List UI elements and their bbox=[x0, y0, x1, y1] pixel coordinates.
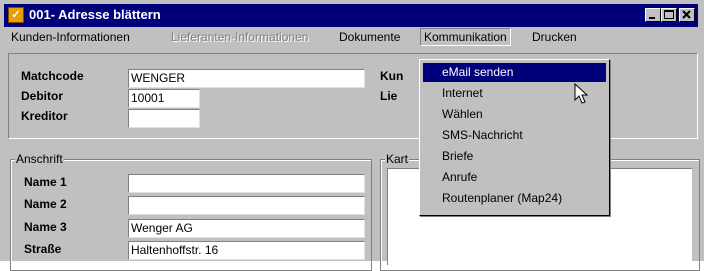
menu-dokumente[interactable]: Dokumente bbox=[336, 29, 403, 45]
name2-label: Name 2 bbox=[24, 197, 67, 211]
menu-item-label: Anrufe bbox=[442, 170, 478, 184]
menu-bar: Kunden-Informationen Lieferanten-Informa… bbox=[4, 27, 698, 47]
kunde-label: Kun bbox=[380, 69, 404, 83]
menu-label: Dokumente bbox=[339, 30, 401, 44]
menu-item-label: eMail senden bbox=[442, 65, 514, 79]
menu-label: Kunden-Informationen bbox=[11, 30, 130, 44]
debitor-field[interactable]: 10001 bbox=[128, 89, 200, 108]
matchcode-label: Matchcode bbox=[21, 69, 84, 83]
menu-item-briefe[interactable]: Briefe bbox=[423, 147, 606, 166]
app-icon[interactable]: ✓ bbox=[8, 7, 24, 23]
menu-item-label: Wählen bbox=[442, 107, 483, 121]
title-bar[interactable]: ✓ 001- Adresse blättern bbox=[4, 4, 698, 27]
menu-item-label: SMS-Nachricht bbox=[442, 128, 523, 142]
name1-label: Name 1 bbox=[24, 175, 67, 189]
close-icon bbox=[682, 10, 691, 19]
kreditor-field[interactable] bbox=[128, 109, 200, 128]
menu-label: Kommunikation bbox=[424, 30, 507, 44]
kreditor-label: Kreditor bbox=[21, 109, 68, 123]
menu-item-waehlen[interactable]: Wählen bbox=[423, 105, 606, 124]
karte-title: Kart bbox=[385, 152, 410, 166]
name2-field[interactable] bbox=[128, 196, 365, 215]
menu-item-label: Routenplaner (Map24) bbox=[442, 191, 563, 205]
menu-item-sms-nachricht[interactable]: SMS-Nachricht bbox=[423, 126, 606, 145]
menu-label: Lieferanten-Informationen bbox=[171, 30, 309, 44]
menu-item-routenplaner[interactable]: Routenplaner (Map24) bbox=[423, 189, 606, 208]
maximize-button[interactable] bbox=[661, 8, 677, 22]
application-window: ✓ 001- Adresse blättern Kunden-Informati… bbox=[0, 0, 704, 271]
window-title: 001- Adresse blättern bbox=[29, 7, 161, 22]
lieferant-label: Lie bbox=[380, 89, 398, 103]
menu-drucken[interactable]: Drucken bbox=[529, 29, 580, 45]
menu-item-email-senden[interactable]: eMail senden bbox=[423, 63, 606, 82]
minimize-button[interactable] bbox=[645, 8, 661, 22]
menu-item-anrufe[interactable]: Anrufe bbox=[423, 168, 606, 187]
name3-label: Name 3 bbox=[24, 220, 67, 234]
close-button[interactable] bbox=[679, 8, 695, 22]
matchcode-field[interactable]: WENGER bbox=[128, 69, 365, 88]
mouse-cursor-icon bbox=[574, 83, 588, 104]
menu-item-label: Briefe bbox=[442, 149, 474, 163]
menu-item-label: Internet bbox=[442, 86, 483, 100]
strasse-label: Straße bbox=[24, 242, 62, 256]
name1-field[interactable] bbox=[128, 174, 365, 193]
anschrift-title: Anschrift bbox=[15, 152, 64, 166]
debitor-label: Debitor bbox=[21, 89, 63, 103]
minimize-icon bbox=[649, 17, 655, 19]
menu-kunden-informationen[interactable]: Kunden-Informationen bbox=[8, 29, 133, 45]
strasse-field[interactable]: Haltenhoffstr. 16 bbox=[128, 241, 365, 260]
anschrift-group: Anschrift Name 1 Name 2 Name 3 Wenger AG… bbox=[10, 152, 372, 271]
menu-kommunikation[interactable]: Kommunikation bbox=[420, 28, 511, 46]
menu-label: Drucken bbox=[532, 30, 577, 44]
menu-lieferanten-informationen[interactable]: Lieferanten-Informationen bbox=[168, 29, 311, 45]
name3-field[interactable]: Wenger AG bbox=[128, 219, 365, 238]
maximize-icon bbox=[664, 10, 674, 19]
